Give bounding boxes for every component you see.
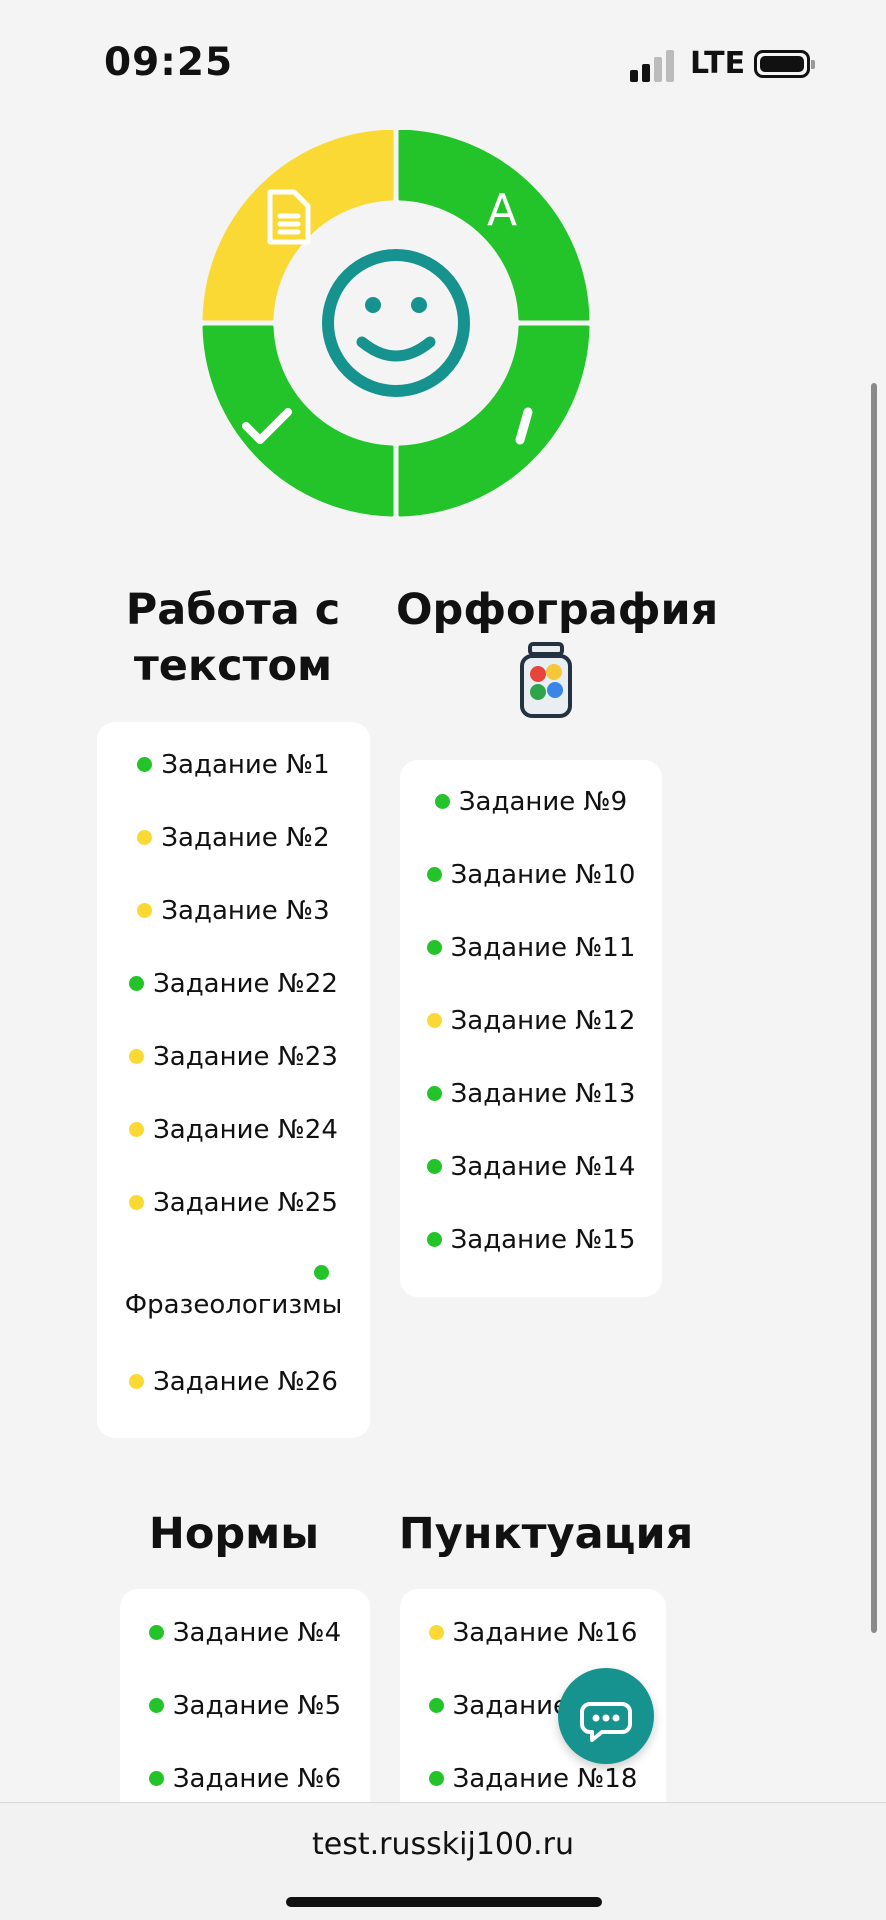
status-dot [148,1771,164,1786]
status-time: 09:25 [104,40,234,85]
task-item[interactable]: Задание №4 [120,1596,370,1669]
status-dot [428,1625,444,1640]
section-title-line: текстом [133,641,333,691]
section-title-text-work: Работа с текстом [98,582,368,694]
task-label: Задание №5 [172,1690,342,1721]
url-text[interactable]: test.russkij100.ru [0,1827,886,1862]
letter-a-icon: A [487,185,517,236]
task-item[interactable]: Задание №16 [400,1596,666,1669]
task-label: Задание №18 [452,1763,638,1794]
task-label: Задание №22 [153,968,338,999]
task-label: Задание №25 [153,1187,338,1218]
task-item[interactable]: Задание №15 [400,1203,662,1276]
app-screen: 09:25 LTE A Работа с текстом Задание №1 … [0,0,886,1920]
status-dot [426,1013,442,1028]
status-dot [129,1122,145,1137]
status-dot [313,1264,329,1280]
task-label: Задание №6 [172,1763,342,1794]
task-item[interactable]: Задание №5 [120,1669,370,1742]
task-label: Задание №12 [450,1005,636,1036]
task-item[interactable]: Задание №23 [97,1020,370,1093]
status-dot [129,1049,145,1064]
status-dot [434,794,450,809]
status-dot [428,1771,444,1786]
task-label: Задание №3 [161,895,330,926]
task-label: Задание №1 [161,749,330,780]
task-item[interactable]: Задание №13 [400,1057,662,1130]
task-label: Задание №26 [153,1366,338,1397]
smiley-icon [322,249,470,397]
task-item[interactable]: Фразеологизмы [97,1239,370,1345]
status-dot [137,903,153,918]
task-label: Задание №4 [172,1617,342,1648]
status-dot [129,1195,145,1210]
progress-wheel: A [202,130,590,517]
status-dot [137,757,153,772]
wheel-segment[interactable] [398,325,590,517]
task-item[interactable]: Задание №14 [400,1130,662,1203]
task-item[interactable]: Задание №2 [97,801,370,874]
status-dot [129,1374,145,1389]
section-title-spelling: Орфография [396,585,719,635]
task-item[interactable]: Задание №24 [97,1093,370,1166]
task-label: Задание №2 [161,822,330,853]
chat-bubble-icon [580,1702,632,1742]
wheel-segment[interactable] [202,325,394,517]
status-dot [426,940,442,955]
task-item[interactable]: Задание №25 [97,1166,370,1239]
status-dot [426,1159,442,1174]
chat-button[interactable] [558,1668,654,1764]
section-title-line: Работа с [125,585,341,635]
status-dot [137,830,153,845]
section-title-punctuation: Пунктуация [398,1509,694,1559]
task-item[interactable]: Задание №3 [97,874,370,947]
scrollbar[interactable] [871,383,877,1633]
task-card-norms: Задание №4 Задание №5 Задание №6 [120,1589,370,1829]
task-label: Задание №16 [452,1617,638,1648]
status-dot [148,1625,164,1640]
status-dot [148,1698,164,1713]
section-title-norms: Нормы [148,1509,320,1559]
status-dot [129,976,145,991]
task-item[interactable]: Задание №9 [400,765,662,838]
task-label: Задание №24 [153,1114,338,1145]
battery-icon [754,50,815,78]
task-label: Задание №23 [153,1041,338,1072]
status-bar: 09:25 LTE [0,0,886,110]
task-card-text-work: Задание №1 Задание №2 Задание №3 Задание №2… [97,722,370,1438]
task-label: Задание №9 [458,786,628,817]
task-label: Задание №14 [450,1151,636,1182]
task-label: Фразеологизмы [124,1289,343,1320]
jar-icon [520,642,572,718]
task-label: Задание №13 [450,1078,636,1109]
task-label: Задание №10 [450,859,636,890]
task-label: Задание №15 [450,1224,636,1255]
task-item[interactable]: Задание №10 [400,838,662,911]
home-indicator[interactable] [286,1897,602,1907]
task-item[interactable]: Задание №12 [400,984,662,1057]
task-item[interactable]: Задание №22 [97,947,370,1020]
task-item[interactable]: Задание №1 [97,728,370,801]
status-dot [426,1086,442,1101]
network-type: LTE [690,46,746,81]
browser-address-bar: test.russkij100.ru [0,1802,886,1920]
status-dot [426,867,442,882]
task-card-spelling: Задание №9 Задание №10 Задание №11 Задание … [400,760,662,1297]
task-item[interactable]: Задание №26 [97,1345,370,1418]
signal-icon [630,50,678,82]
status-dot [426,1232,442,1247]
status-dot [428,1698,444,1713]
task-label: Задание №11 [450,932,636,963]
task-item[interactable]: Задание №11 [400,911,662,984]
